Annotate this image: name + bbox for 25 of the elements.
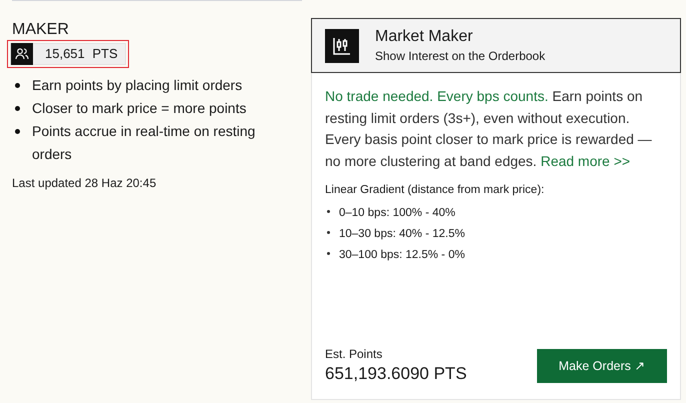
bullet-dot bbox=[327, 252, 330, 256]
gradient-item: 30–100 bps: 12.5% - 0% bbox=[339, 249, 465, 262]
bullet-dot bbox=[15, 129, 20, 134]
bullet-dot bbox=[327, 231, 330, 234]
bullet-item: Closer to mark price = more points bbox=[32, 99, 246, 118]
gradient-title: Linear Gradient (distance from mark price): bbox=[325, 183, 546, 198]
description-paragraph: No trade needed. Every bps counts. Earn points on resting limit orders (3s+), even without execution. Every basis point closer to mark price is rewarded — no more clustering at band edges. Read more >> bbox=[325, 87, 653, 171]
section-title: MAKER bbox=[12, 20, 70, 40]
card-title: Market Maker bbox=[375, 26, 474, 46]
read-more-link[interactable]: Read more >> bbox=[540, 152, 630, 168]
gradient-item: 0–10 bps: 100% - 40% bbox=[339, 207, 456, 220]
bullet-dot bbox=[15, 106, 20, 111]
est-points-value: 651,193.6090 PTS bbox=[325, 363, 467, 385]
gradient-item: 10–30 bps: 40% - 12.5% bbox=[339, 228, 465, 240]
bullet-item: Earn points by placing limit orders bbox=[32, 76, 242, 95]
points-value: 15,651 PTS bbox=[44, 45, 118, 64]
last-updated-text: Last updated 28 Haz 20:45 bbox=[12, 175, 158, 192]
make-orders-button[interactable]: Make Orders ↗ bbox=[537, 349, 667, 383]
bullet-dot bbox=[15, 83, 20, 88]
candlestick-chart-icon bbox=[332, 36, 352, 56]
bullet-item: Points accrue in real-time on resting orders bbox=[32, 122, 256, 164]
est-points-label: Est. Points bbox=[325, 346, 384, 363]
bullet-dot bbox=[327, 210, 330, 214]
card-subtitle: Show Interest on the Orderbook bbox=[375, 48, 546, 64]
users-icon bbox=[15, 48, 29, 60]
